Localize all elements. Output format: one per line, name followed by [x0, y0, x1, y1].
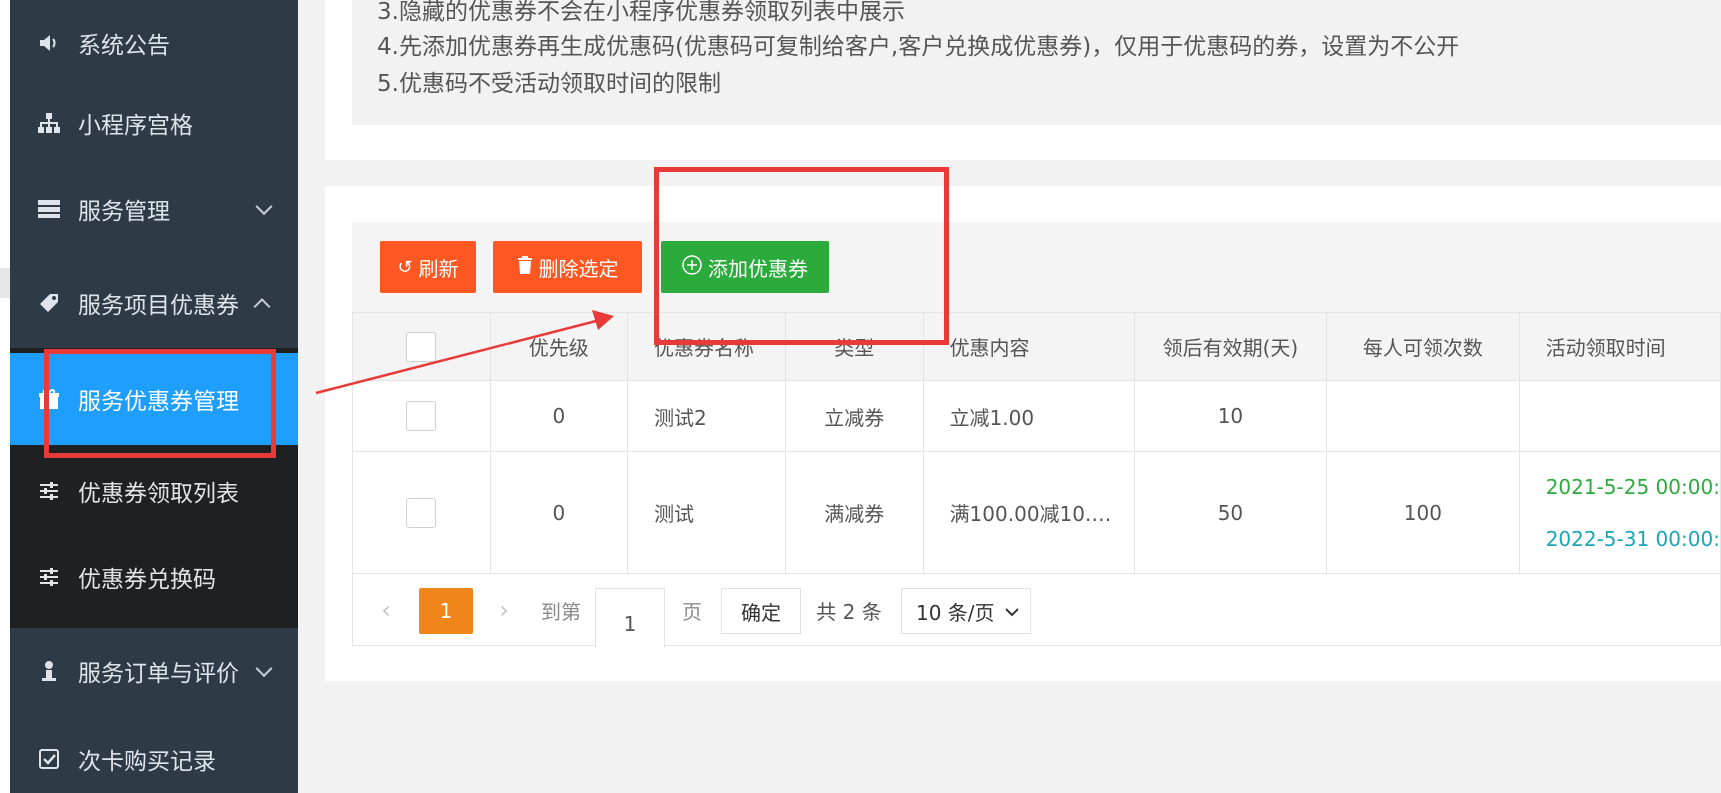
app-root: 系统公告 小程序宫格 服务管理 服务项目优惠券 服务优惠券管理 优惠券领取列表 … — [0, 0, 1721, 793]
annotation-arrow — [315, 310, 614, 395]
